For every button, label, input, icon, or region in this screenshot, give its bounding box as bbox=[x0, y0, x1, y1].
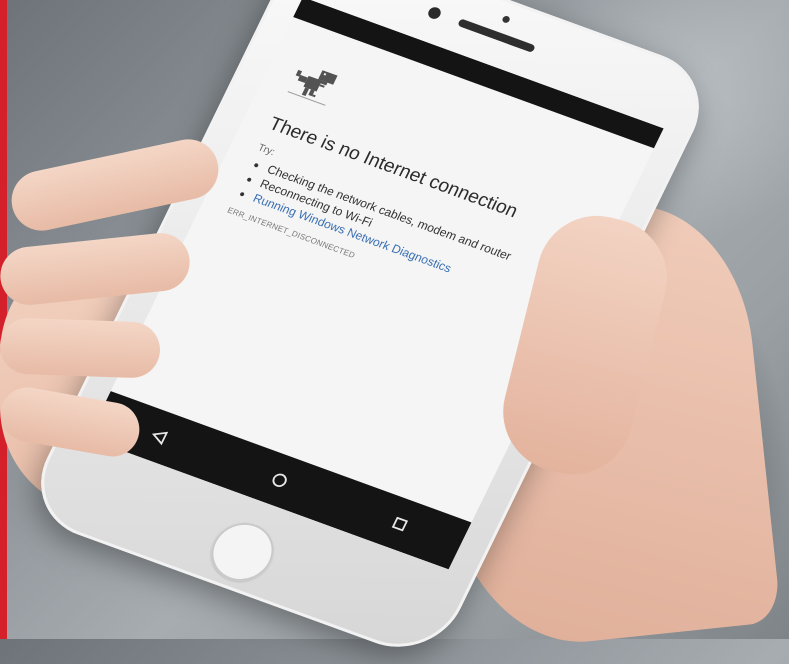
home-button[interactable] bbox=[201, 514, 284, 590]
home-nav-button[interactable] bbox=[252, 455, 307, 505]
back-button[interactable] bbox=[132, 412, 187, 462]
back-triangle-icon bbox=[151, 431, 169, 446]
recents-square-icon bbox=[391, 516, 409, 532]
home-circle-icon bbox=[272, 473, 287, 487]
recents-button[interactable] bbox=[372, 499, 427, 549]
proximity-sensor bbox=[501, 15, 511, 24]
front-camera bbox=[426, 5, 443, 21]
earpiece-speaker bbox=[457, 18, 536, 53]
dino-icon bbox=[287, 69, 338, 106]
left-finger bbox=[0, 317, 161, 379]
android-nav-bar bbox=[87, 391, 472, 570]
